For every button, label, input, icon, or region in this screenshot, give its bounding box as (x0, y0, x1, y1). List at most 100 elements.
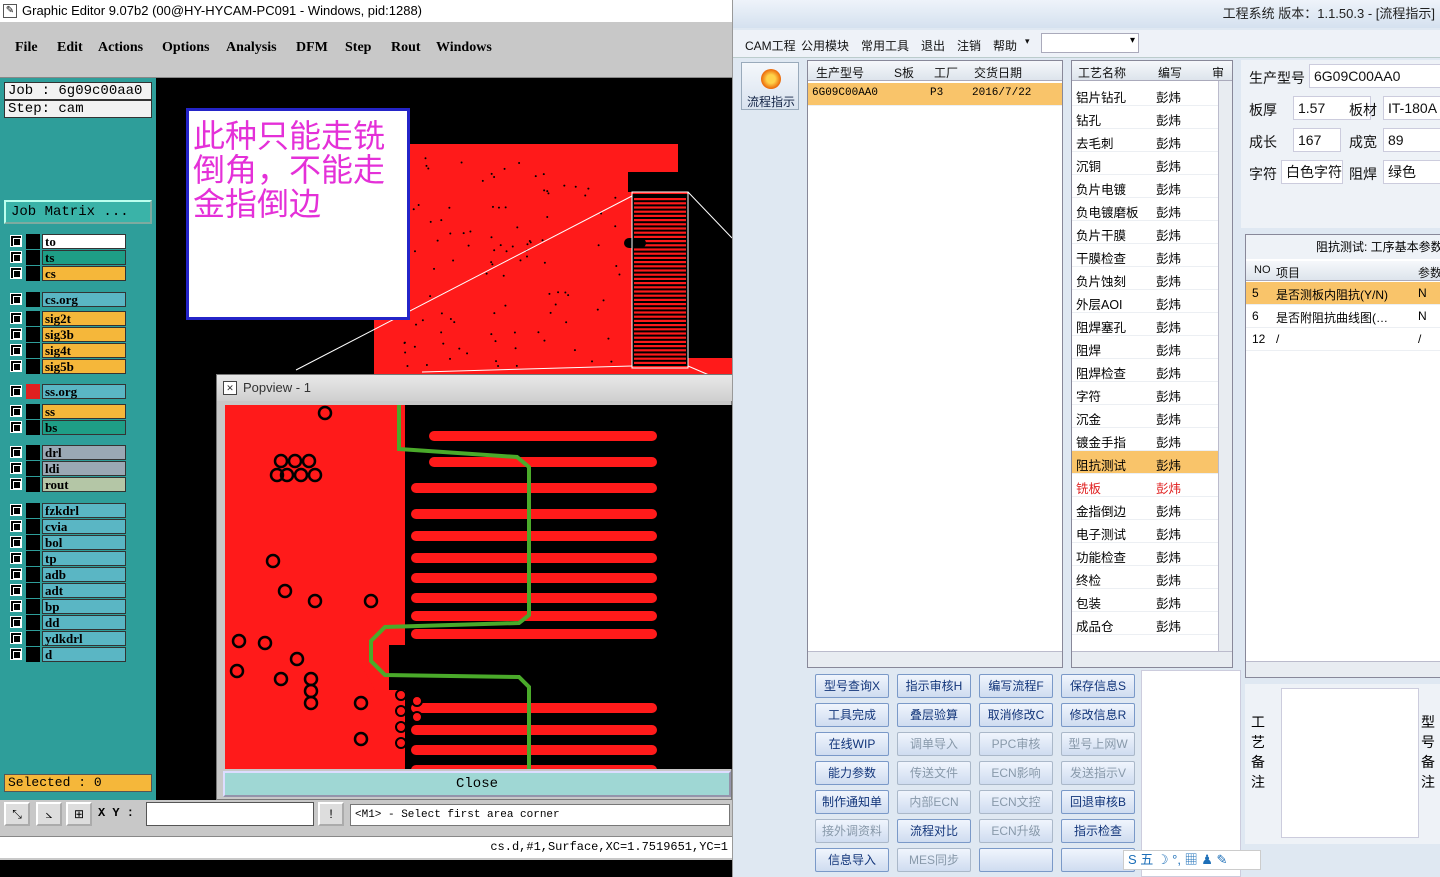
layer-checkbox[interactable] (10, 446, 22, 459)
popview-close-button[interactable]: Close (223, 771, 731, 797)
layer-name[interactable]: ss.org (42, 384, 126, 400)
col-param[interactable]: 参数 (1418, 264, 1440, 281)
table-row[interactable]: 阻焊塞孔 彭炜 (1072, 313, 1232, 336)
layer-row-to[interactable]: to (8, 234, 126, 249)
action-button[interactable]: 能力参数 (815, 761, 889, 785)
layer-row-ss-org[interactable]: ss.org (8, 384, 126, 400)
layer-name[interactable]: drl (42, 445, 126, 461)
layer-swatch[interactable] (26, 477, 40, 493)
table-row[interactable]: 字符 彭炜 (1072, 382, 1232, 405)
menu-windows[interactable]: Windows (436, 40, 492, 56)
layer-row-cvia[interactable]: cvia (8, 518, 126, 534)
col-review[interactable]: 审 (1212, 64, 1224, 81)
table-row[interactable]: 阻抗测试 彭炜 (1072, 451, 1232, 474)
layer-checkbox[interactable] (10, 631, 22, 644)
action-button[interactable]: 在线WIP (815, 732, 889, 756)
layer-checkbox[interactable] (10, 359, 22, 372)
layer-checkbox[interactable] (10, 343, 22, 356)
grid-tool-icon[interactable]: ⊞ (66, 802, 92, 826)
info-icon[interactable]: ! (318, 802, 344, 826)
product-no-field[interactable]: 6G09C00AA0 (1309, 64, 1440, 88)
table-row[interactable]: 去毛刺 彭炜 (1072, 129, 1232, 152)
layer-name[interactable]: cvia (42, 518, 126, 534)
action-button[interactable]: 信息导入 (815, 848, 889, 872)
mask-field[interactable]: 绿色 (1383, 160, 1440, 184)
layer-row-ss[interactable]: ss (8, 403, 126, 419)
col-process-name[interactable]: 工艺名称 (1078, 64, 1126, 81)
menu-file[interactable]: File (15, 40, 38, 56)
layer-checkbox[interactable] (10, 292, 22, 305)
table-row[interactable]: 负片干膜 彭炜 (1072, 221, 1232, 244)
table-row[interactable]: 沉铜 彭炜 (1072, 152, 1232, 175)
layer-checkbox[interactable] (10, 519, 22, 532)
process-grid-hscroll[interactable] (1072, 651, 1232, 667)
layer-swatch[interactable] (26, 342, 40, 358)
action-button[interactable]: 型号查询X (815, 674, 889, 698)
action-button[interactable]: 制作通知单 (815, 790, 889, 814)
menu-step[interactable]: Step (345, 40, 371, 56)
layer-swatch[interactable] (26, 550, 40, 566)
layer-row-bol[interactable]: bol (8, 534, 126, 550)
menu-exit[interactable]: 退出 (921, 37, 945, 54)
layer-swatch[interactable] (26, 630, 40, 646)
layer-swatch[interactable] (26, 461, 40, 477)
layer-checkbox[interactable] (10, 251, 22, 263)
layer-checkbox[interactable] (10, 404, 22, 417)
table-row[interactable]: 终检 彭炜 (1072, 566, 1232, 589)
layer-checkbox[interactable] (10, 420, 22, 433)
action-button[interactable]: 叠层验算 (897, 703, 971, 727)
table-row[interactable]: 5 是否测板内阻抗(Y/N) N (1246, 282, 1440, 305)
menu-actions[interactable]: Actions (98, 40, 143, 56)
layer-name[interactable]: to (42, 234, 126, 249)
layer-name[interactable]: bol (42, 534, 126, 550)
menu-options[interactable]: Options (162, 40, 209, 56)
process-remark-field[interactable] (1281, 688, 1419, 838)
layer-checkbox[interactable] (10, 327, 22, 340)
layer-name[interactable]: sig2t (42, 310, 126, 326)
table-row[interactable]: 负片电镀 彭炜 (1072, 175, 1232, 198)
layer-checkbox[interactable] (10, 551, 22, 564)
width-field[interactable]: 89 (1383, 128, 1440, 152)
layer-name[interactable]: sig5b (42, 358, 126, 374)
layer-name[interactable]: adt (42, 582, 126, 598)
popview-canvas[interactable] (225, 405, 732, 769)
measure-tool-icon[interactable]: ⦣ (36, 802, 62, 826)
material-field[interactable]: IT-180A (1383, 96, 1440, 120)
table-row[interactable]: 铝片钻孔 彭炜 (1072, 83, 1232, 106)
layer-name[interactable]: cs.org (42, 291, 126, 307)
action-button[interactable]: PPC审核 (979, 732, 1053, 756)
layer-swatch[interactable] (26, 502, 40, 518)
layer-name[interactable]: cs (42, 266, 126, 281)
action-button[interactable]: 接外调资料 (815, 819, 889, 843)
menu-analysis[interactable]: Analysis (226, 40, 277, 56)
layer-swatch[interactable] (26, 614, 40, 630)
layer-name[interactable]: ydkdrl (42, 630, 126, 646)
layer-row-drl[interactable]: drl (8, 445, 126, 461)
layer-row-sig2t[interactable]: sig2t (8, 310, 126, 326)
col-due-date[interactable]: 交货日期 (974, 64, 1022, 81)
action-button[interactable]: 取消修改C (979, 703, 1053, 727)
table-row[interactable]: 阻焊检查 彭炜 (1072, 359, 1232, 382)
layer-swatch[interactable] (26, 266, 40, 281)
menu-common-module[interactable]: 公用模块 (801, 37, 849, 54)
product-grid-hscroll[interactable] (808, 651, 1062, 667)
action-button[interactable] (979, 848, 1053, 872)
action-button[interactable]: 保存信息S (1061, 674, 1135, 698)
table-row[interactable]: 功能检查 彭炜 (1072, 543, 1232, 566)
xy-input[interactable] (146, 802, 314, 826)
layer-name[interactable]: bs (42, 419, 126, 435)
flow-indicator-button[interactable]: 流程指示 (741, 62, 799, 110)
action-button[interactable]: 编写流程F (979, 674, 1053, 698)
action-button[interactable]: 工具完成 (815, 703, 889, 727)
layer-checkbox[interactable] (10, 599, 22, 612)
layer-row-bs[interactable]: bs (8, 419, 126, 435)
layer-swatch[interactable] (26, 310, 40, 326)
layer-row-ydkdrl[interactable]: ydkdrl (8, 630, 126, 646)
layer-checkbox[interactable] (10, 567, 22, 580)
layer-name[interactable]: fzkdrl (42, 502, 126, 518)
layer-checkbox[interactable] (10, 267, 22, 279)
layer-swatch[interactable] (26, 358, 40, 374)
layer-row-sig4t[interactable]: sig4t (8, 342, 126, 358)
layer-name[interactable]: sig4t (42, 342, 126, 358)
menu-common-tools[interactable]: 常用工具 (861, 37, 909, 54)
